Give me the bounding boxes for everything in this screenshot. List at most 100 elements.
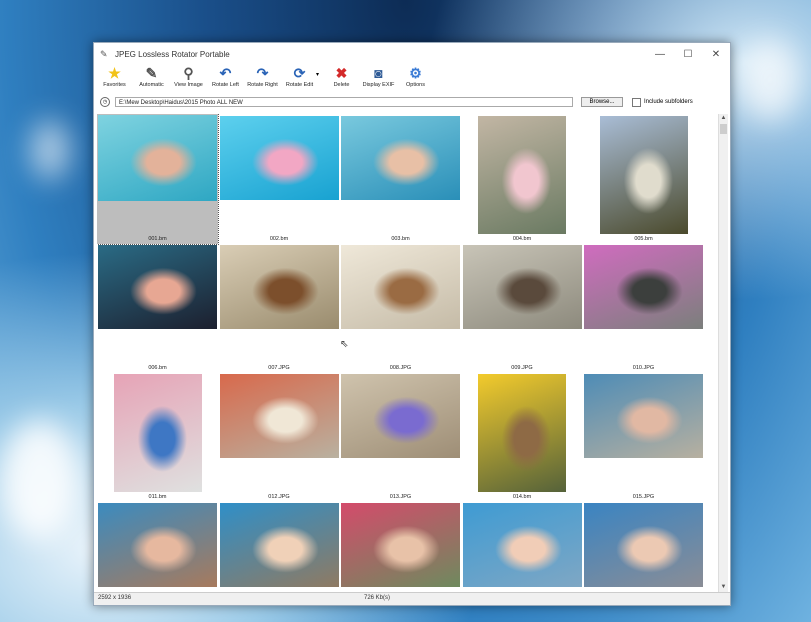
dropdown-arrow-icon[interactable]: ▾ [316, 71, 319, 78]
folder-path-field[interactable]: E:\Mew Desktop\Haidus\2015 Photo ALL NEW [115, 97, 573, 107]
include-subfolders-checkbox[interactable] [632, 97, 641, 107]
toolbar-button-label: Favorites [103, 82, 126, 88]
thumbnail-photo [584, 245, 703, 329]
scroll-up-arrow-icon[interactable]: ▲ [719, 114, 728, 123]
automatic-button[interactable]: ✎ Automatic [135, 65, 168, 88]
app-icon: ✎ [100, 49, 108, 59]
scroll-down-arrow-icon[interactable]: ▼ [719, 583, 728, 592]
thumbnail-filename: 013.JPG [389, 494, 412, 500]
thumbnail-item[interactable]: 002.bm [219, 114, 340, 244]
rotate-left-icon: ↶ [219, 65, 232, 81]
window-title: JPEG Lossless Rotator Portable [115, 49, 230, 59]
browse-button[interactable]: Browse... [581, 97, 623, 107]
thumbnail-filename: 002.bm [269, 236, 289, 242]
options-icon: ⚙ [409, 65, 422, 81]
toolbar-button-label: Rotate Left [212, 82, 239, 88]
thumbnail-item[interactable]: 010.JPG [583, 243, 704, 373]
thumbnail-filename: 014.bm [512, 494, 532, 500]
thumbnail-item[interactable]: 013.JPG [340, 372, 461, 502]
thumbnail-item[interactable] [219, 501, 340, 592]
thumbnail-item[interactable] [97, 501, 218, 592]
thumbnail-photo [98, 115, 217, 201]
scrollbar-thumb[interactable] [720, 124, 727, 134]
thumbnail-filename: 010.JPG [632, 365, 655, 371]
rotate-edit-icon: ⟳ [293, 65, 306, 81]
thumbnail-item[interactable]: 005.bm [583, 114, 704, 244]
thumbnail-item[interactable] [583, 501, 704, 592]
view-image-button[interactable]: ⚲ View Image [172, 65, 205, 88]
thumbnail-filename: 001.bm [148, 236, 167, 242]
background-glow [0, 420, 80, 540]
toolbar-button-label: Options [406, 82, 425, 88]
thumbnail-photo [341, 116, 460, 200]
display-exif-button[interactable]: ◙ Display EXIF [362, 65, 395, 88]
thumbnail-item[interactable]: 003.bm [340, 114, 461, 244]
thumbnail-photo [98, 245, 217, 329]
history-icon[interactable]: ◷ [100, 97, 110, 107]
thumbnail-item[interactable]: 014.bm [462, 372, 583, 502]
thumbnail-grid[interactable]: 001.bm 002.bm 003.bm 004.bm 005.bm 006.bm 007.… [97, 114, 714, 592]
rotate-edit-button[interactable]: ⟳ Rotate Edit [283, 65, 316, 88]
vertical-scrollbar[interactable]: ▲ ▼ [718, 114, 728, 592]
thumbnail-item[interactable] [462, 501, 583, 592]
thumbnail-item[interactable] [340, 501, 461, 592]
thumbnail-filename: 009.JPG [511, 365, 533, 371]
thumbnail-photo [341, 503, 460, 587]
file-size: 726 Kb(s) [364, 595, 391, 601]
minimize-button[interactable]: — [646, 49, 674, 60]
app-window: ✎ JPEG Lossless Rotator Portable — ☐ ✕ ★… [93, 42, 731, 606]
rotate-right-button[interactable]: ↷ Rotate Right [246, 65, 279, 88]
thumbnail-filename: 005.bm [634, 236, 653, 242]
thumbnail-filename: 006.bm [148, 365, 167, 371]
toolbar-button-label: Rotate Right [247, 82, 278, 88]
thumbnail-photo [219, 374, 339, 458]
thumbnail-photo [219, 245, 339, 329]
star-icon: ★ [108, 65, 121, 81]
toolbar-button-label: Automatic [139, 82, 164, 88]
maximize-button[interactable]: ☐ [674, 49, 702, 60]
thumbnail-item[interactable]: 015.JPG [583, 372, 704, 502]
delete-x-icon: ✖ [335, 65, 348, 81]
delete-button[interactable]: ✖ Delete [325, 65, 358, 88]
toolbar-button-label: View Image [174, 82, 203, 88]
title-bar[interactable]: ✎ JPEG Lossless Rotator Portable — ☐ ✕ [94, 43, 730, 65]
toolbar-button-label: Rotate Edit [285, 82, 314, 88]
close-button[interactable]: ✕ [702, 49, 730, 60]
thumbnail-filename: 004.bm [512, 236, 532, 242]
thumbnail-filename: 008.JPG [389, 365, 412, 371]
thumbnail-photo [219, 503, 339, 587]
thumbnail-filename: 011.bm [148, 494, 167, 500]
thumbnail-filename: 015.JPG [632, 494, 655, 500]
thumbnail-item[interactable]: 009.JPG [462, 243, 583, 373]
thumbnail-item[interactable]: 004.bm [462, 114, 583, 244]
camera-icon: ◙ [374, 65, 383, 81]
thumbnail-filename: 003.bm [391, 236, 410, 242]
rotate-left-button[interactable]: ↶ Rotate Left [209, 65, 242, 88]
thumbnail-photo [98, 503, 217, 587]
favorites-button[interactable]: ★ Favorites [98, 65, 131, 88]
thumbnail-photo [462, 503, 582, 587]
thumbnail-item[interactable]: 006.bm [97, 243, 218, 373]
thumbnail-photo [341, 245, 460, 329]
thumbnail-photo [478, 116, 566, 234]
magic-wand-icon: ✎ [145, 65, 158, 81]
toolbar-button-label: Delete [333, 82, 350, 88]
background-glow [30, 120, 70, 180]
thumbnail-photo [584, 503, 703, 587]
status-bar: 2592 x 1936 726 Kb(s) [94, 592, 730, 605]
toolbar: ★ Favorites ✎ Automatic ⚲ View Image ↶ Rotate L… [94, 65, 730, 95]
thumbnail-photo [478, 374, 566, 492]
thumbnail-photo [341, 374, 460, 458]
image-dimensions: 2592 x 1936 [98, 595, 132, 601]
mouse-cursor-icon: ⇖ [340, 339, 349, 350]
thumbnail-item[interactable]: 011.bm [97, 372, 218, 502]
include-subfolders-label: Include subfolders [644, 99, 693, 105]
thumbnail-item[interactable]: 008.JPG [340, 243, 461, 373]
options-button[interactable]: ⚙ Options [399, 65, 432, 88]
thumbnail-photo [599, 116, 688, 234]
thumbnail-photo [219, 116, 339, 200]
thumbnail-item[interactable]: 001.bm [97, 114, 219, 245]
toolbar-button-label: Display EXIF [362, 82, 395, 88]
thumbnail-item[interactable]: 012.JPG [219, 372, 340, 502]
thumbnail-item[interactable]: 007.JPG [219, 243, 340, 373]
